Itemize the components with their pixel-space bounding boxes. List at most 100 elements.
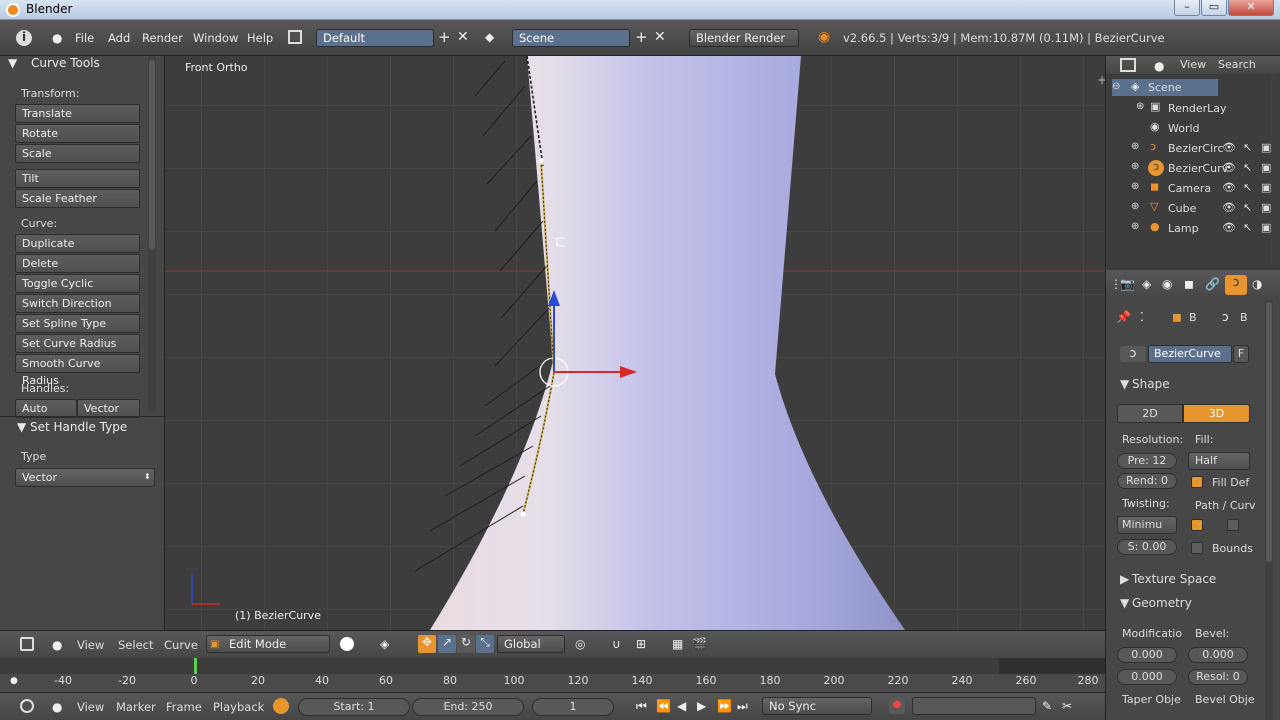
scene-icon[interactable]: ◆ <box>485 30 494 44</box>
pin-icon[interactable]: 📌 <box>1116 310 1131 324</box>
manipulator-toggle-icon[interactable]: ✥ <box>418 635 436 653</box>
expand-icon[interactable]: ⊕ <box>1131 141 1139 152</box>
curve-context-icon[interactable]: ↄ <box>1222 310 1229 324</box>
outliner-item-cube[interactable]: Cube <box>1168 202 1196 215</box>
translate-manipulator-icon[interactable]: ↗ <box>438 635 456 653</box>
menu-frame[interactable]: Frame <box>166 700 202 714</box>
outliner-item-world[interactable]: World <box>1168 122 1200 135</box>
viewport-canvas[interactable]: + <box>165 56 1105 630</box>
expand-icon[interactable]: ⊕ <box>1131 161 1139 172</box>
rotate-manipulator-icon[interactable]: ↻ <box>457 635 475 653</box>
translate-button[interactable]: Translate <box>15 104 140 123</box>
menu-view[interactable]: View <box>1180 58 1206 71</box>
menu-add[interactable]: Add <box>108 31 130 45</box>
remove-scene-icon[interactable]: ✕ <box>654 30 666 44</box>
keying-set-field[interactable] <box>912 697 1036 715</box>
scale-feather-button[interactable]: Scale Feather <box>15 189 140 208</box>
expand-icon[interactable]: ⊕ <box>1136 101 1144 112</box>
set-spline-type-button[interactable]: Set Spline Type <box>15 314 140 333</box>
menu-curve[interactable]: Curve <box>164 638 198 652</box>
twist-method-select[interactable]: Minimu <box>1117 516 1177 534</box>
jump-keyframe-back-icon[interactable]: ⏪ <box>656 699 671 713</box>
pivot-point-icon[interactable]: ◈ <box>380 637 389 651</box>
offset-field[interactable]: 0.000 <box>1117 647 1177 663</box>
menu-playback[interactable]: Playback <box>213 700 264 714</box>
editor-type-icon[interactable] <box>20 637 34 651</box>
menu-help[interactable]: Help <box>247 31 273 45</box>
record-icon[interactable]: ● <box>889 698 905 714</box>
collapse-menu-icon[interactable]: ● <box>52 638 62 652</box>
select-cursor-icon[interactable]: ↖ <box>1243 161 1252 174</box>
collapse-menu-icon[interactable]: ● <box>1154 59 1164 73</box>
outliner-item-renderlayers[interactable]: RenderLay <box>1168 102 1227 115</box>
timeline-editor-icon[interactable] <box>20 699 34 713</box>
handle-point[interactable] <box>520 511 526 517</box>
object-context-icon[interactable]: ◼ <box>1172 310 1182 324</box>
outliner-item-beziercircle[interactable]: BezierCirc <box>1168 142 1224 155</box>
bevel-depth-field[interactable]: 0.000 <box>1188 647 1248 663</box>
shape-panel-header[interactable]: Shape <box>1132 377 1170 391</box>
menu-window[interactable]: Window <box>193 31 238 45</box>
dimensions-3d-button[interactable]: 3D <box>1183 404 1250 423</box>
tool-shelf-scrollbar[interactable] <box>148 56 156 411</box>
bounds-clamp-checkbox[interactable] <box>1191 542 1203 554</box>
scene-field[interactable]: Scene <box>512 29 630 47</box>
handle-type-select[interactable]: Vector <box>15 468 155 487</box>
fill-deform-checkbox[interactable] <box>1191 476 1203 488</box>
switch-direction-button[interactable]: Switch Direction <box>15 294 140 313</box>
menu-marker[interactable]: Marker <box>116 700 156 714</box>
info-editor-icon[interactable]: i <box>16 30 32 46</box>
stretch-checkbox[interactable] <box>1227 519 1239 531</box>
add-layout-icon[interactable]: + <box>438 30 451 45</box>
datablock-name-field[interactable]: BezierCurve <box>1148 345 1232 363</box>
extrude-field[interactable]: 0.000 <box>1117 669 1177 685</box>
rotate-button[interactable]: Rotate <box>15 124 140 143</box>
render-camera-icon[interactable]: ▣ <box>1261 201 1271 214</box>
current-frame-field[interactable]: 1 <box>532 698 614 716</box>
dimensions-2d-button[interactable]: 2D <box>1117 404 1183 423</box>
3d-viewport[interactable]: + Front Ortho (1) BezierCurve <box>165 56 1105 630</box>
render-camera-icon[interactable]: ▣ <box>1261 141 1271 154</box>
snap-icon[interactable]: ∪ <box>612 637 621 651</box>
menu-select[interactable]: Select <box>118 638 153 652</box>
viewport-shading-icon[interactable] <box>340 637 354 651</box>
properties-scrollbar[interactable] <box>1265 300 1273 720</box>
render-camera-icon[interactable]: ▣ <box>1261 221 1271 234</box>
outliner-editor-icon[interactable] <box>1120 58 1136 72</box>
menu-search[interactable]: Search <box>1218 58 1256 71</box>
play-reverse-icon[interactable]: ◀ <box>677 699 686 713</box>
screen-layout-icon[interactable] <box>288 30 302 44</box>
menu-file[interactable]: File <box>75 31 94 45</box>
operator-header[interactable]: Set Handle Type <box>30 420 127 434</box>
shape-arrow-icon[interactable]: ▼ <box>1120 377 1129 391</box>
start-frame-field[interactable]: Start: 1 <box>298 698 410 716</box>
texture-space-arrow-icon[interactable]: ▶ <box>1120 572 1129 586</box>
toggle-cyclic-button[interactable]: Toggle Cyclic <box>15 274 140 293</box>
radius-checkbox[interactable] <box>1191 519 1203 531</box>
data-tab-icon[interactable]: ↄ <box>1225 275 1247 295</box>
end-frame-field[interactable]: End: 250 <box>412 698 524 716</box>
visibility-eye-icon[interactable]: 👁 <box>1222 201 1236 214</box>
fake-user-button[interactable]: F <box>1233 345 1249 363</box>
tilt-button[interactable]: Tilt <box>15 169 140 188</box>
layout-field[interactable]: Default <box>316 29 434 47</box>
delete-keyframe-icon[interactable]: ✂ <box>1062 699 1072 713</box>
expand-icon[interactable]: ⊕ <box>1131 181 1139 192</box>
close-button[interactable]: ✕ <box>1228 0 1274 16</box>
select-cursor-icon[interactable]: ↖ <box>1243 141 1252 154</box>
geometry-arrow-icon[interactable]: ▼ <box>1120 596 1129 610</box>
visibility-eye-icon[interactable]: 👁 <box>1222 141 1236 154</box>
world-tab-icon[interactable]: ◉ <box>1162 277 1172 291</box>
curve-datablock-icon[interactable]: ↄ <box>1120 346 1146 362</box>
preview-range-icon[interactable] <box>273 698 289 714</box>
scale-manipulator-icon[interactable]: ⤡ <box>476 635 494 653</box>
insert-keyframe-icon[interactable]: ✎ <box>1042 699 1052 713</box>
opengl-render-icon[interactable]: ▦ <box>672 637 683 651</box>
render-camera-icon[interactable]: ▣ <box>1261 161 1271 174</box>
outliner-scrollbar[interactable] <box>1271 74 1279 264</box>
render-camera-icon[interactable]: ▣ <box>1261 181 1271 194</box>
operator-arrow-icon[interactable]: ▼ <box>17 420 26 434</box>
scene-tab-icon[interactable]: ◈ <box>1142 277 1151 291</box>
curve-tools-arrow-icon[interactable]: ▼ <box>8 56 17 70</box>
jump-keyframe-forward-icon[interactable]: ⏩ <box>717 699 732 713</box>
